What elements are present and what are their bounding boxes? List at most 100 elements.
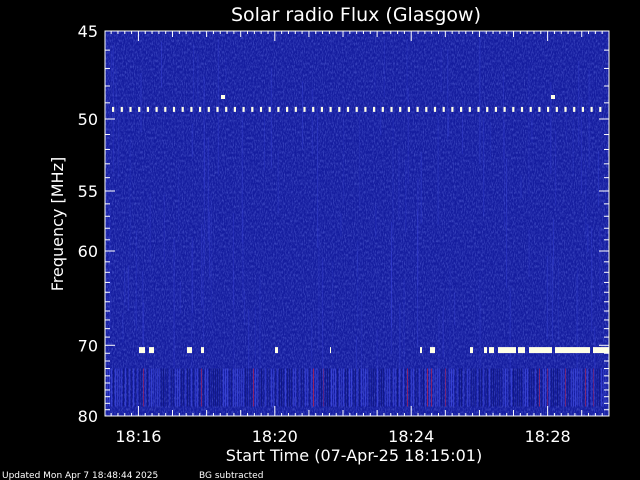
streak [318, 227, 320, 349]
streak [483, 116, 485, 217]
noise-band-stripe [401, 368, 402, 407]
noise-band-stripe [267, 368, 268, 407]
noise-band-stripe [447, 368, 448, 407]
noise-band-stripe [551, 368, 552, 407]
streak [550, 232, 552, 296]
noise-band-stripe [165, 368, 166, 407]
noise-band-stripe [175, 368, 176, 407]
streak [359, 115, 360, 209]
noise-band-stripe [575, 368, 576, 407]
noise-band-stripe [491, 368, 492, 407]
rfi-dot [138, 106, 141, 112]
noise-band-stripe [211, 368, 212, 407]
noise-band-stripe [199, 368, 200, 407]
noise-band-stripe [429, 368, 430, 407]
noise-band-stripe [367, 368, 368, 407]
noise-band-stripe [297, 368, 298, 407]
noise-band-stripe [187, 368, 188, 407]
rfi-dot [251, 106, 254, 112]
noise-band-stripe [499, 368, 500, 407]
rfi-dot [451, 106, 454, 112]
streak [322, 258, 324, 381]
streak [479, 37, 481, 165]
rfi-dot [294, 106, 297, 112]
rfi-dot [346, 106, 350, 112]
noise-band-stripe [159, 368, 160, 407]
noise-band-stripe [133, 368, 134, 407]
noise-band-stripe [553, 368, 554, 407]
y-tick-label: 70 [78, 336, 98, 355]
rfi-dot [573, 106, 576, 112]
rfi-dot [416, 106, 419, 112]
noise-band-stripe [561, 368, 562, 407]
noise-band-stripe [351, 368, 352, 407]
noise-band-stripe [227, 368, 228, 407]
noise-band-stripe [291, 368, 292, 407]
noise-band-stripe [469, 368, 470, 407]
streak [580, 97, 582, 195]
rfi-dot [512, 106, 515, 112]
y-tick-label: 60 [78, 242, 98, 261]
noise-band-stripe [421, 368, 422, 407]
noise-band-stripe [489, 368, 490, 407]
rfi-dot [373, 106, 376, 112]
noise-band-stripe [593, 368, 594, 407]
noise-band-stripe [157, 368, 158, 407]
noise-band-stripe [379, 368, 380, 407]
noise-band-stripe [173, 368, 174, 407]
noise-band-stripe [405, 368, 406, 407]
noise-band-stripe [419, 368, 420, 407]
noise-band-stripe [443, 368, 444, 407]
rfi-segment [470, 347, 473, 354]
noise-band-stripe [471, 368, 472, 407]
streak [317, 108, 318, 248]
rfi-dot [433, 106, 437, 112]
noise-band-stripe [289, 368, 290, 407]
noise-band-stripe [229, 368, 230, 407]
noise-band-stripe [573, 368, 574, 407]
noise-band-stripe [247, 368, 248, 407]
noise-band-stripe [385, 368, 386, 407]
noise-band-stripe [331, 368, 332, 407]
streak [528, 229, 530, 277]
rfi-dot [538, 106, 541, 112]
streak [343, 95, 345, 204]
noise-band-stripe [467, 368, 468, 407]
noise-band-stripe [223, 368, 224, 407]
noise-band-stripe [243, 368, 244, 407]
noise-band-stripe [389, 368, 390, 407]
streak [111, 51, 113, 82]
rfi-dot [381, 106, 384, 112]
streak [380, 101, 382, 136]
noise-band-stripe [507, 368, 508, 407]
streak [420, 152, 422, 224]
streak [403, 278, 405, 369]
rfi-segment [187, 347, 192, 354]
noise-band-stripe [519, 368, 520, 407]
noise-band-stripe [539, 368, 540, 407]
noise-band-stripe [191, 368, 192, 407]
streak [509, 287, 511, 384]
x-tick-label: 18:16 [115, 427, 161, 446]
streak [149, 192, 151, 266]
noise-band-stripe [571, 368, 572, 407]
noise-band-stripe [147, 368, 148, 407]
rfi-dot [425, 106, 428, 112]
streak [546, 255, 548, 339]
streak [503, 121, 505, 229]
noise-band-stripe [283, 368, 284, 407]
noise-band-stripe [275, 368, 276, 407]
rfi-dot [303, 106, 306, 112]
noise-band-stripe [107, 368, 108, 407]
noise-band-stripe [113, 368, 114, 407]
rfi-dot [312, 106, 315, 112]
rfi-dot [486, 106, 489, 112]
streak [489, 122, 491, 163]
noise-band-stripe [555, 368, 556, 407]
streak [448, 107, 450, 136]
streak [597, 151, 599, 207]
noise-band-stripe [127, 368, 128, 407]
streak [502, 72, 504, 161]
noise-band-stripe [109, 368, 110, 407]
rfi-dot [599, 106, 602, 112]
